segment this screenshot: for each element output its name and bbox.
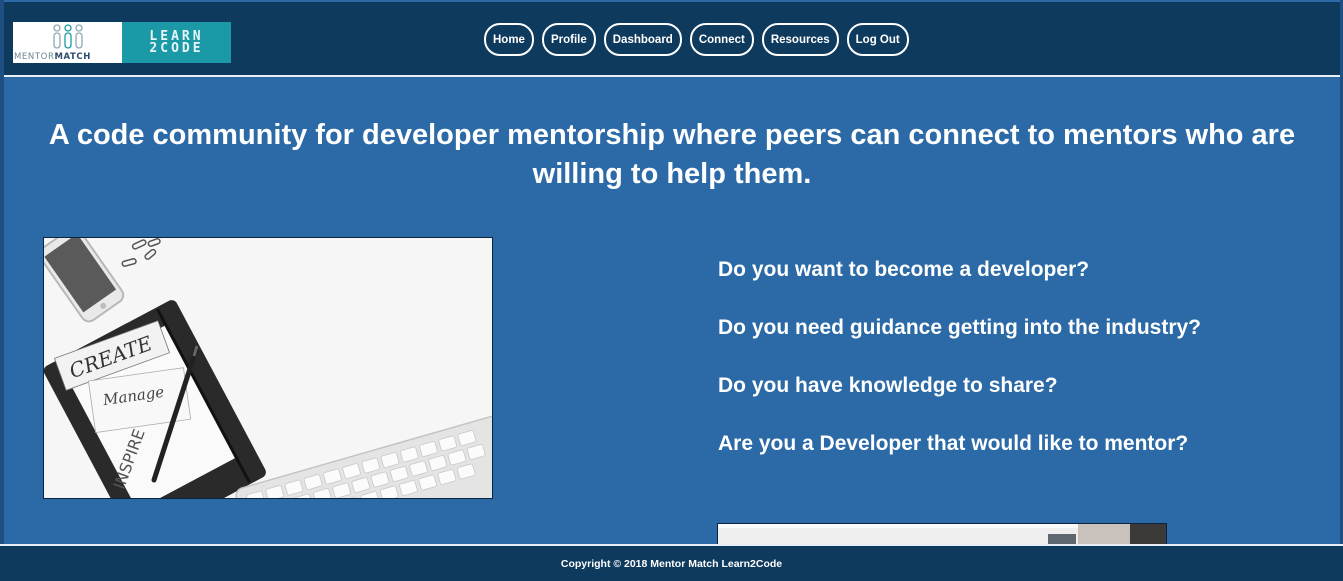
page-headline: A code community for developer mentorshi…	[48, 119, 1296, 190]
nav-profile-button[interactable]: Profile	[541, 23, 596, 56]
nav-connect-button[interactable]: Connect	[689, 23, 754, 56]
copyright-text: Copyright © 2018 Mentor Match Learn2Code	[560, 557, 783, 570]
mentor-match-logo: MENTORMATCH	[13, 22, 122, 63]
nav-logout-button[interactable]: Log Out	[846, 23, 909, 56]
question-item: Do you want to become a developer?	[718, 258, 1090, 281]
desk-notebook-illustration: CREATE Manage INSPIRE	[44, 238, 492, 498]
learn2code-logo: LEARN 2CODE	[122, 22, 231, 63]
mentor-match-wordmark: MENTORMATCH	[14, 52, 91, 62]
wordmark-part1: MENTOR	[14, 52, 55, 62]
question-item: Are you a Developer that would like to m…	[718, 432, 1189, 455]
page-frame-left	[0, 0, 4, 581]
question-list: Do you want to become a developer? Do yo…	[718, 257, 1201, 489]
nav-home-button[interactable]: Home	[484, 23, 534, 56]
wordmark-part2: MATCH	[54, 52, 91, 62]
site-logo[interactable]: MENTORMATCH LEARN 2CODE	[13, 22, 231, 63]
question-item: Do you have knowledge to share?	[718, 374, 1058, 397]
site-header: MENTORMATCH LEARN 2CODE Home Profile Das…	[4, 0, 1340, 77]
nav-dashboard-button[interactable]: Dashboard	[603, 23, 682, 56]
learn2code-line2: 2CODE	[149, 40, 204, 56]
hero-image: CREATE Manage INSPIRE	[43, 237, 493, 499]
question-item: Do you need guidance getting into the in…	[718, 316, 1201, 339]
site-footer: Copyright © 2018 Mentor Match Learn2Code	[0, 544, 1343, 581]
main-nav: Home Profile Dashboard Connect Resources…	[484, 23, 909, 56]
mentor-people-icon	[53, 24, 83, 49]
nav-resources-button[interactable]: Resources	[761, 23, 839, 56]
